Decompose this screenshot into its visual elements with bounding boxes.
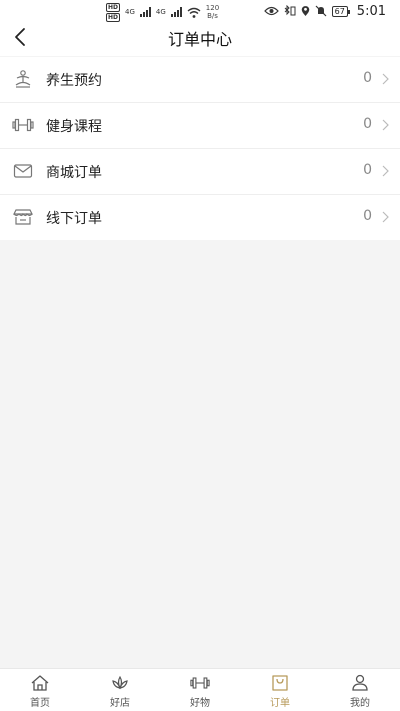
meditation-icon [12,68,34,90]
sim2-badge: HD [106,12,121,22]
user-icon [352,674,368,691]
row-label: 商城订单 [46,165,102,181]
signal-icon [170,7,182,17]
tab-label: 首页 [30,698,50,709]
tab-orders[interactable]: 订单 [240,669,320,711]
chevron-left-icon [15,28,25,46]
order-type-list: 养生预约 0 健身课程 0 商城订单 0 线下订单 0 [0,57,400,240]
mail-icon [12,160,34,182]
battery-indicator: 67 [331,5,351,17]
header: HD HD 4G 4G 120 B/s 67 5:01 订单中心 [0,0,400,56]
chevron-right-icon [382,165,389,177]
network-type-1: 4G [125,8,135,16]
store-icon [12,206,34,228]
tab-home[interactable]: 首页 [0,669,80,711]
tab-label: 我的 [350,698,370,709]
location-icon [301,6,309,16]
tab-stores[interactable]: 好店 [80,669,160,711]
tab-profile[interactable]: 我的 [320,669,400,711]
row-count: 0 [363,208,372,224]
chevron-right-icon [382,73,389,85]
order-row-offline-order[interactable]: 线下订单 0 [0,195,400,240]
network-speed: 120 B/s [206,4,219,20]
order-row-mall-order[interactable]: 商城订单 0 [0,149,400,195]
tab-label: 好物 [190,698,210,709]
row-count: 0 [363,162,372,178]
lotus-icon [112,675,128,690]
home-icon [31,675,49,691]
wifi-icon [187,7,201,18]
row-count: 0 [363,116,372,132]
clock: 5:01 [356,3,386,19]
tab-label: 订单 [270,698,290,709]
network-type-2: 4G [155,8,166,16]
tab-goods[interactable]: 好物 [160,669,240,711]
dumbbell-icon [190,677,210,689]
row-count: 0 [363,70,372,86]
chevron-right-icon [382,211,389,223]
speed-unit: B/s [207,12,218,20]
row-label: 健身课程 [46,119,102,135]
signal-icon [139,7,151,17]
eye-icon [263,6,279,16]
mute-icon [315,5,327,17]
chevron-right-icon [382,119,389,131]
shopping-bag-icon [272,675,288,691]
dumbbell-icon [12,114,34,136]
order-row-health-appointment[interactable]: 养生预约 0 [0,57,400,103]
status-right: 67 5:01 [263,2,386,20]
order-center-page: HD HD 4G 4G 120 B/s 67 5:01 订单中心 养生预约 0 … [0,0,400,711]
speed-value: 120 [205,4,220,12]
tab-label: 好店 [110,698,130,709]
status-bar: HD HD 4G 4G 120 B/s 67 5:01 [0,0,400,22]
sim-indicators: HD HD [106,2,121,22]
row-label: 养生预约 [46,73,102,89]
row-label: 线下订单 [46,211,102,227]
bluetooth-battery-icon [284,5,296,16]
sim1-badge: HD [106,2,121,12]
page-title: 订单中心 [167,30,232,49]
bottom-tab-bar: 首页 好店 好物 订单 我的 [0,668,400,711]
status-left: HD HD 4G 4G 120 B/s [106,2,219,22]
back-button[interactable] [8,24,32,50]
order-row-fitness-course[interactable]: 健身课程 0 [0,103,400,149]
